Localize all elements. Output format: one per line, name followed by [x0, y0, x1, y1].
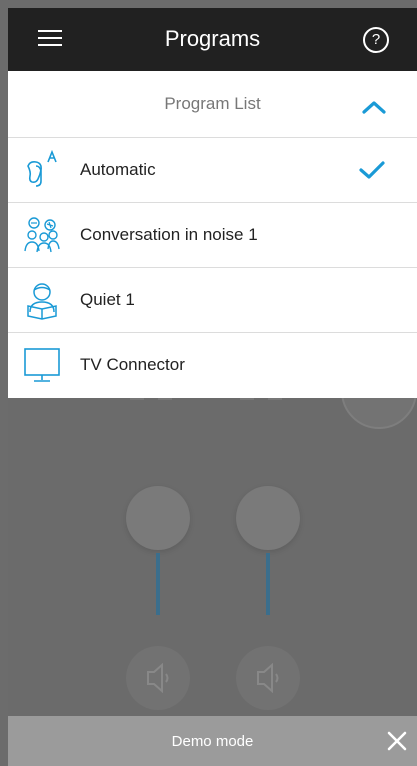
program-list-panel: Program List Automatic Conversation in n…: [8, 71, 417, 398]
top-app-bar: Programs ?: [8, 8, 417, 71]
background-tick: [268, 398, 282, 400]
right-volume-knob: [236, 486, 300, 550]
app-frame: Programs ? Program List Automatic Conver…: [8, 8, 417, 766]
reading-person-icon: [27, 283, 57, 320]
program-list-header[interactable]: Program List: [8, 71, 417, 138]
demo-mode-bar: Demo mode: [8, 716, 417, 766]
program-list-title: Program List: [164, 94, 261, 113]
program-item-tv-connector[interactable]: TV Connector: [8, 333, 417, 398]
checkmark-icon: [359, 161, 385, 179]
background-tick: [130, 398, 144, 400]
close-icon[interactable]: [386, 730, 408, 752]
tv-icon: [24, 348, 60, 382]
left-volume-track: [156, 553, 160, 615]
page-title: Programs: [164, 26, 261, 51]
background-tick: [240, 398, 254, 400]
program-item-label: Conversation in noise 1: [80, 225, 258, 244]
right-volume-track: [266, 553, 270, 615]
program-item-quiet[interactable]: Quiet 1: [8, 268, 417, 333]
help-icon[interactable]: ?: [363, 27, 389, 53]
group-conversation-icon: [24, 217, 60, 253]
speaker-icon: [257, 662, 279, 694]
automatic-ear-icon: [27, 150, 57, 187]
background-tick: [158, 398, 172, 400]
program-item-automatic[interactable]: Automatic: [8, 138, 417, 203]
program-item-label: TV Connector: [80, 355, 185, 374]
program-item-conversation-in-noise[interactable]: Conversation in noise 1: [8, 203, 417, 268]
left-volume-knob: [126, 486, 190, 550]
left-mute-button: [126, 646, 190, 710]
speaker-icon: [147, 662, 169, 694]
program-item-label: Quiet 1: [80, 290, 135, 309]
chevron-up-icon[interactable]: [361, 99, 387, 115]
right-mute-button: [236, 646, 300, 710]
program-item-label: Automatic: [80, 160, 156, 179]
demo-mode-label: Demo mode: [171, 733, 254, 750]
